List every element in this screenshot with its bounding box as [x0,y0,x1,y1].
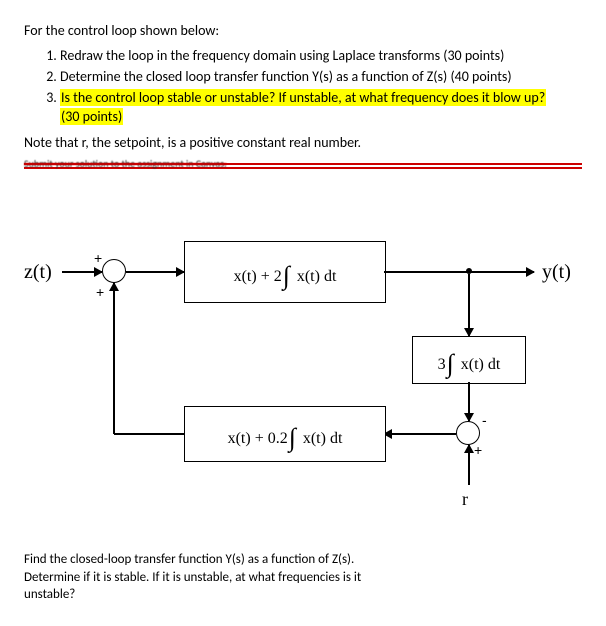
input-label: z(t) [24,259,52,286]
inner-feedback-block: 3 x(t) dt [412,336,526,384]
setpoint-label: r [462,487,468,511]
sum1-plus-top: + [94,249,102,268]
arrow-pickoff-down [468,274,470,336]
struck-visible: Submit your solution to the assignment i… [24,157,582,171]
question-3-line2: (30 points) [60,108,123,125]
question-3: Is the control loop stable or unstable? … [60,89,582,127]
output-label: y(t) [542,259,571,286]
question-2: Determine the closed loop transfer funct… [60,68,582,87]
arrow-output [384,271,534,273]
arrow-outer-up [113,283,115,434]
sum2-minus: - [482,411,487,430]
sum1-plus-bottom: + [96,283,104,302]
summing-junction-1 [102,259,126,283]
question-list: Redraw the loop in the frequency domain … [24,47,582,127]
intro-text: For the control loop shown below: [24,22,582,41]
question-1: Redraw the loop in the frequency domain … [60,47,582,66]
sub-instruction: Find the closed-loop transfer function Y… [24,551,374,604]
forward-block: x(t) + 2 x(t) dt [184,241,386,303]
arrow-r-up [468,445,470,485]
arrow-sum1-block1 [126,271,184,273]
arrow-sum2-outer [384,433,456,435]
outer-feedback-block: x(t) + 0.2 x(t) dt [184,406,386,462]
control-loop-diagram: z(t) + + x(t) + 2 x(t) dt y(t) 3 x(t) dt… [24,231,584,531]
sum2-plus: + [474,441,482,460]
arrow-input [62,271,102,273]
line-outer-left [114,433,184,435]
note-text: Note that r, the setpoint, is a positive… [24,134,582,153]
question-3-line1: Is the control loop stable or unstable? … [60,89,546,106]
arrow-inner-down [468,382,470,421]
